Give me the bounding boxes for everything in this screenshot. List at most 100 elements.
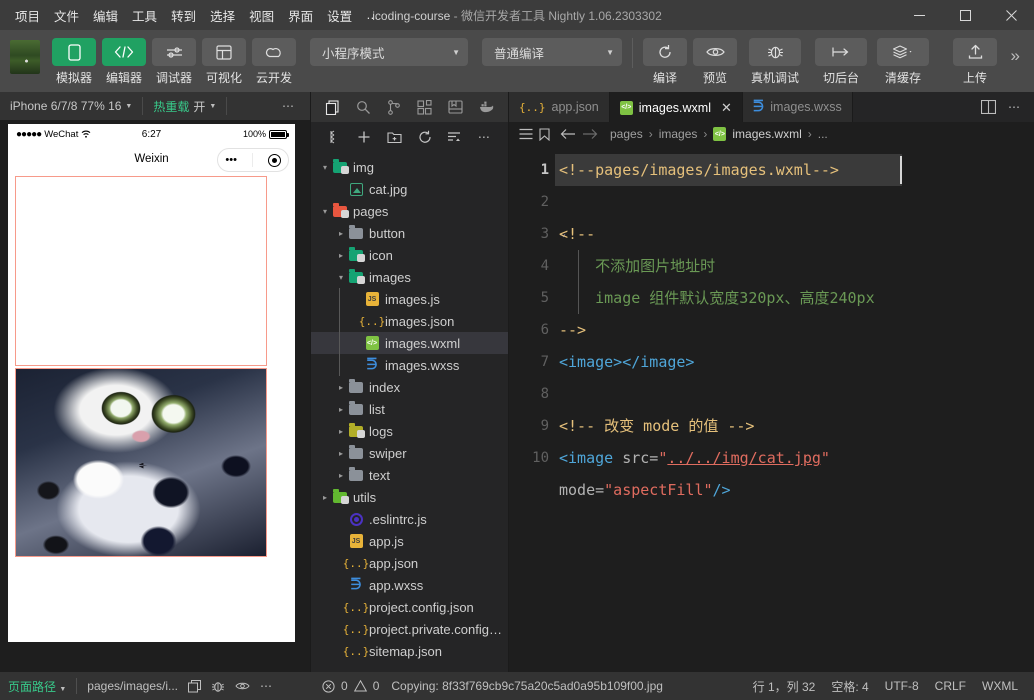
docker-icon[interactable] [475, 95, 499, 119]
encoding[interactable]: UTF-8 [885, 679, 919, 693]
tab-images-wxss[interactable]: ⋽ images.wxss [742, 92, 853, 122]
toolbar-button-clear-cache[interactable]: 清缓存 [875, 38, 931, 86]
tree-item-project-private-config-js-[interactable]: {..} project.private.config.js... [311, 618, 508, 640]
tab-app-json[interactable]: {..} app.json [509, 92, 610, 122]
toolbar-button-background[interactable]: 切后台 [813, 38, 869, 86]
tree-item-icon[interactable]: ▸ icon [311, 244, 508, 266]
tree-item-logs[interactable]: ▸ logs [311, 420, 508, 442]
eol[interactable]: CRLF [935, 679, 966, 693]
breadcrumb-pages[interactable]: pages [610, 127, 643, 141]
menu-item-more[interactable]: … [359, 4, 386, 26]
twisty-icon[interactable]: ▾ [319, 163, 331, 172]
twisty-icon[interactable]: ▾ [335, 273, 347, 282]
more-icon[interactable]: ⋯ [474, 126, 496, 148]
twisty-icon[interactable]: ▸ [335, 229, 347, 238]
toolbar-button-editor[interactable]: 编辑器 [102, 38, 146, 86]
simulator-more-button[interactable]: ⋯ [268, 99, 310, 113]
menu-item-tools[interactable]: 工具 [125, 2, 164, 29]
twisty-icon[interactable]: ▸ [335, 383, 347, 392]
avatar[interactable] [10, 40, 40, 74]
warning-icon[interactable] [353, 680, 367, 692]
toolbar-button-remote-debug[interactable]: 真机调试 [743, 38, 807, 86]
tree-item-list[interactable]: ▸ list [311, 398, 508, 420]
code-content[interactable]: <!--pages/images/images.wxml--> <!-- 不添加… [555, 146, 1034, 672]
breadcrumb-images[interactable]: images [659, 127, 698, 141]
code-area[interactable]: 1 2 3 ⌄ 4 5 6 7 8 9 10 <!--pages/images/i… [509, 146, 1034, 672]
cursor-position[interactable]: 行 1，列 32 [753, 678, 816, 695]
hot-reload-select[interactable]: 热重载 开 ▼ [143, 92, 226, 120]
menu-item-file[interactable]: 文件 [47, 2, 86, 29]
forward-arrow-icon[interactable] [582, 128, 598, 140]
tree-item-app-wxss[interactable]: ⋽ app.wxss [311, 574, 508, 596]
files-icon[interactable] [320, 95, 344, 119]
menu-item-goto[interactable]: 转到 [164, 2, 203, 29]
close-button[interactable] [988, 0, 1034, 30]
new-folder-icon[interactable] [383, 126, 405, 148]
tree-item-pages[interactable]: ▾ pages [311, 200, 508, 222]
tree-item-images-wxml[interactable]: </> images.wxml [311, 332, 508, 354]
menu-item-view[interactable]: 视图 [242, 2, 281, 29]
compile-select[interactable]: 普通编译 ▼ [482, 38, 622, 66]
device-select[interactable]: iPhone 6/7/8 77% 16 ▼ [0, 92, 142, 120]
outline-icon[interactable] [519, 128, 533, 140]
tree-item-utils[interactable]: ▸ utils [311, 486, 508, 508]
tree-item-text[interactable]: ▸ text [311, 464, 508, 486]
bookmark-icon[interactable] [539, 127, 550, 141]
toolbar-button-preview[interactable]: 预览 [693, 38, 737, 86]
collapse-icon[interactable] [323, 126, 345, 148]
tree-item-img[interactable]: ▾ img [311, 156, 508, 178]
back-arrow-icon[interactable] [560, 128, 576, 140]
error-icon[interactable] [322, 679, 335, 693]
tree-item-cat-jpg[interactable]: cat.jpg [311, 178, 508, 200]
sort-icon[interactable] [444, 126, 466, 148]
toolbar-button-debugger[interactable]: 调试器 [152, 38, 196, 86]
source-control-icon[interactable] [382, 95, 406, 119]
tree-item-images-js[interactable]: JS images.js [311, 288, 508, 310]
tree-item-sitemap-json[interactable]: {..} sitemap.json [311, 640, 508, 662]
menu-item-interface[interactable]: 界面 [281, 2, 320, 29]
more-icon[interactable]: ⋯ [1008, 100, 1022, 114]
breadcrumb-ellipsis[interactable]: ... [818, 127, 828, 141]
tree-item-app-js[interactable]: JS app.js [311, 530, 508, 552]
new-file-icon[interactable] [353, 126, 375, 148]
tree-item-index[interactable]: ▸ index [311, 376, 508, 398]
tree-item-app-json[interactable]: {..} app.json [311, 552, 508, 574]
indent-setting[interactable]: 空格: 4 [831, 678, 868, 695]
refresh-icon[interactable] [414, 126, 436, 148]
menu-item-edit[interactable]: 编辑 [86, 2, 125, 29]
twisty-icon[interactable]: ▸ [335, 405, 347, 414]
twisty-icon[interactable]: ▸ [319, 493, 331, 502]
eye-icon[interactable] [235, 681, 250, 691]
twisty-icon[interactable]: ▸ [335, 427, 347, 436]
twisty-icon[interactable]: ▸ [335, 449, 347, 458]
minimize-button[interactable] [896, 0, 942, 30]
language-mode[interactable]: WXML [982, 679, 1018, 693]
tree-item-button[interactable]: ▸ button [311, 222, 508, 244]
page-path-value[interactable]: pages/images/i... [87, 679, 178, 693]
toolbar-button-visual[interactable]: 可视化 [202, 38, 246, 86]
search-icon[interactable] [351, 95, 375, 119]
twisty-icon[interactable]: ▸ [335, 471, 347, 480]
mode-select[interactable]: 小程序模式 ▼ [310, 38, 468, 66]
capsule-bar[interactable]: ••• [217, 148, 289, 172]
toolbar-overflow-button[interactable]: » [1011, 46, 1020, 66]
twisty-icon[interactable]: ▾ [319, 207, 331, 216]
tab-images-wxml[interactable]: </> images.wxml ✕ [609, 92, 743, 122]
menu-item-settings[interactable]: 设置 [320, 2, 359, 29]
maximize-button[interactable] [942, 0, 988, 30]
capsule-menu-icon[interactable]: ••• [225, 154, 237, 166]
extensions-icon[interactable] [413, 95, 437, 119]
tree-item-images-wxss[interactable]: ⋽ images.wxss [311, 354, 508, 376]
tree-item-project-config-json[interactable]: {..} project.config.json [311, 596, 508, 618]
target-icon[interactable] [267, 153, 281, 167]
code-token-src-value[interactable]: ../../img/cat.jpg [667, 449, 821, 467]
menu-item-project[interactable]: 项目 [8, 2, 47, 29]
copy-icon[interactable] [188, 679, 202, 693]
toolbar-button-simulator[interactable]: 模拟器 [52, 38, 96, 86]
tab-close-button[interactable]: ✕ [721, 100, 732, 116]
bug-icon[interactable] [211, 680, 225, 693]
toolbar-button-upload[interactable]: 上传 [953, 38, 997, 86]
tree-item-images[interactable]: ▾ images [311, 266, 508, 288]
page-path-label[interactable]: 页面路径 ▼ [8, 678, 66, 695]
menu-item-select[interactable]: 选择 [203, 2, 242, 29]
